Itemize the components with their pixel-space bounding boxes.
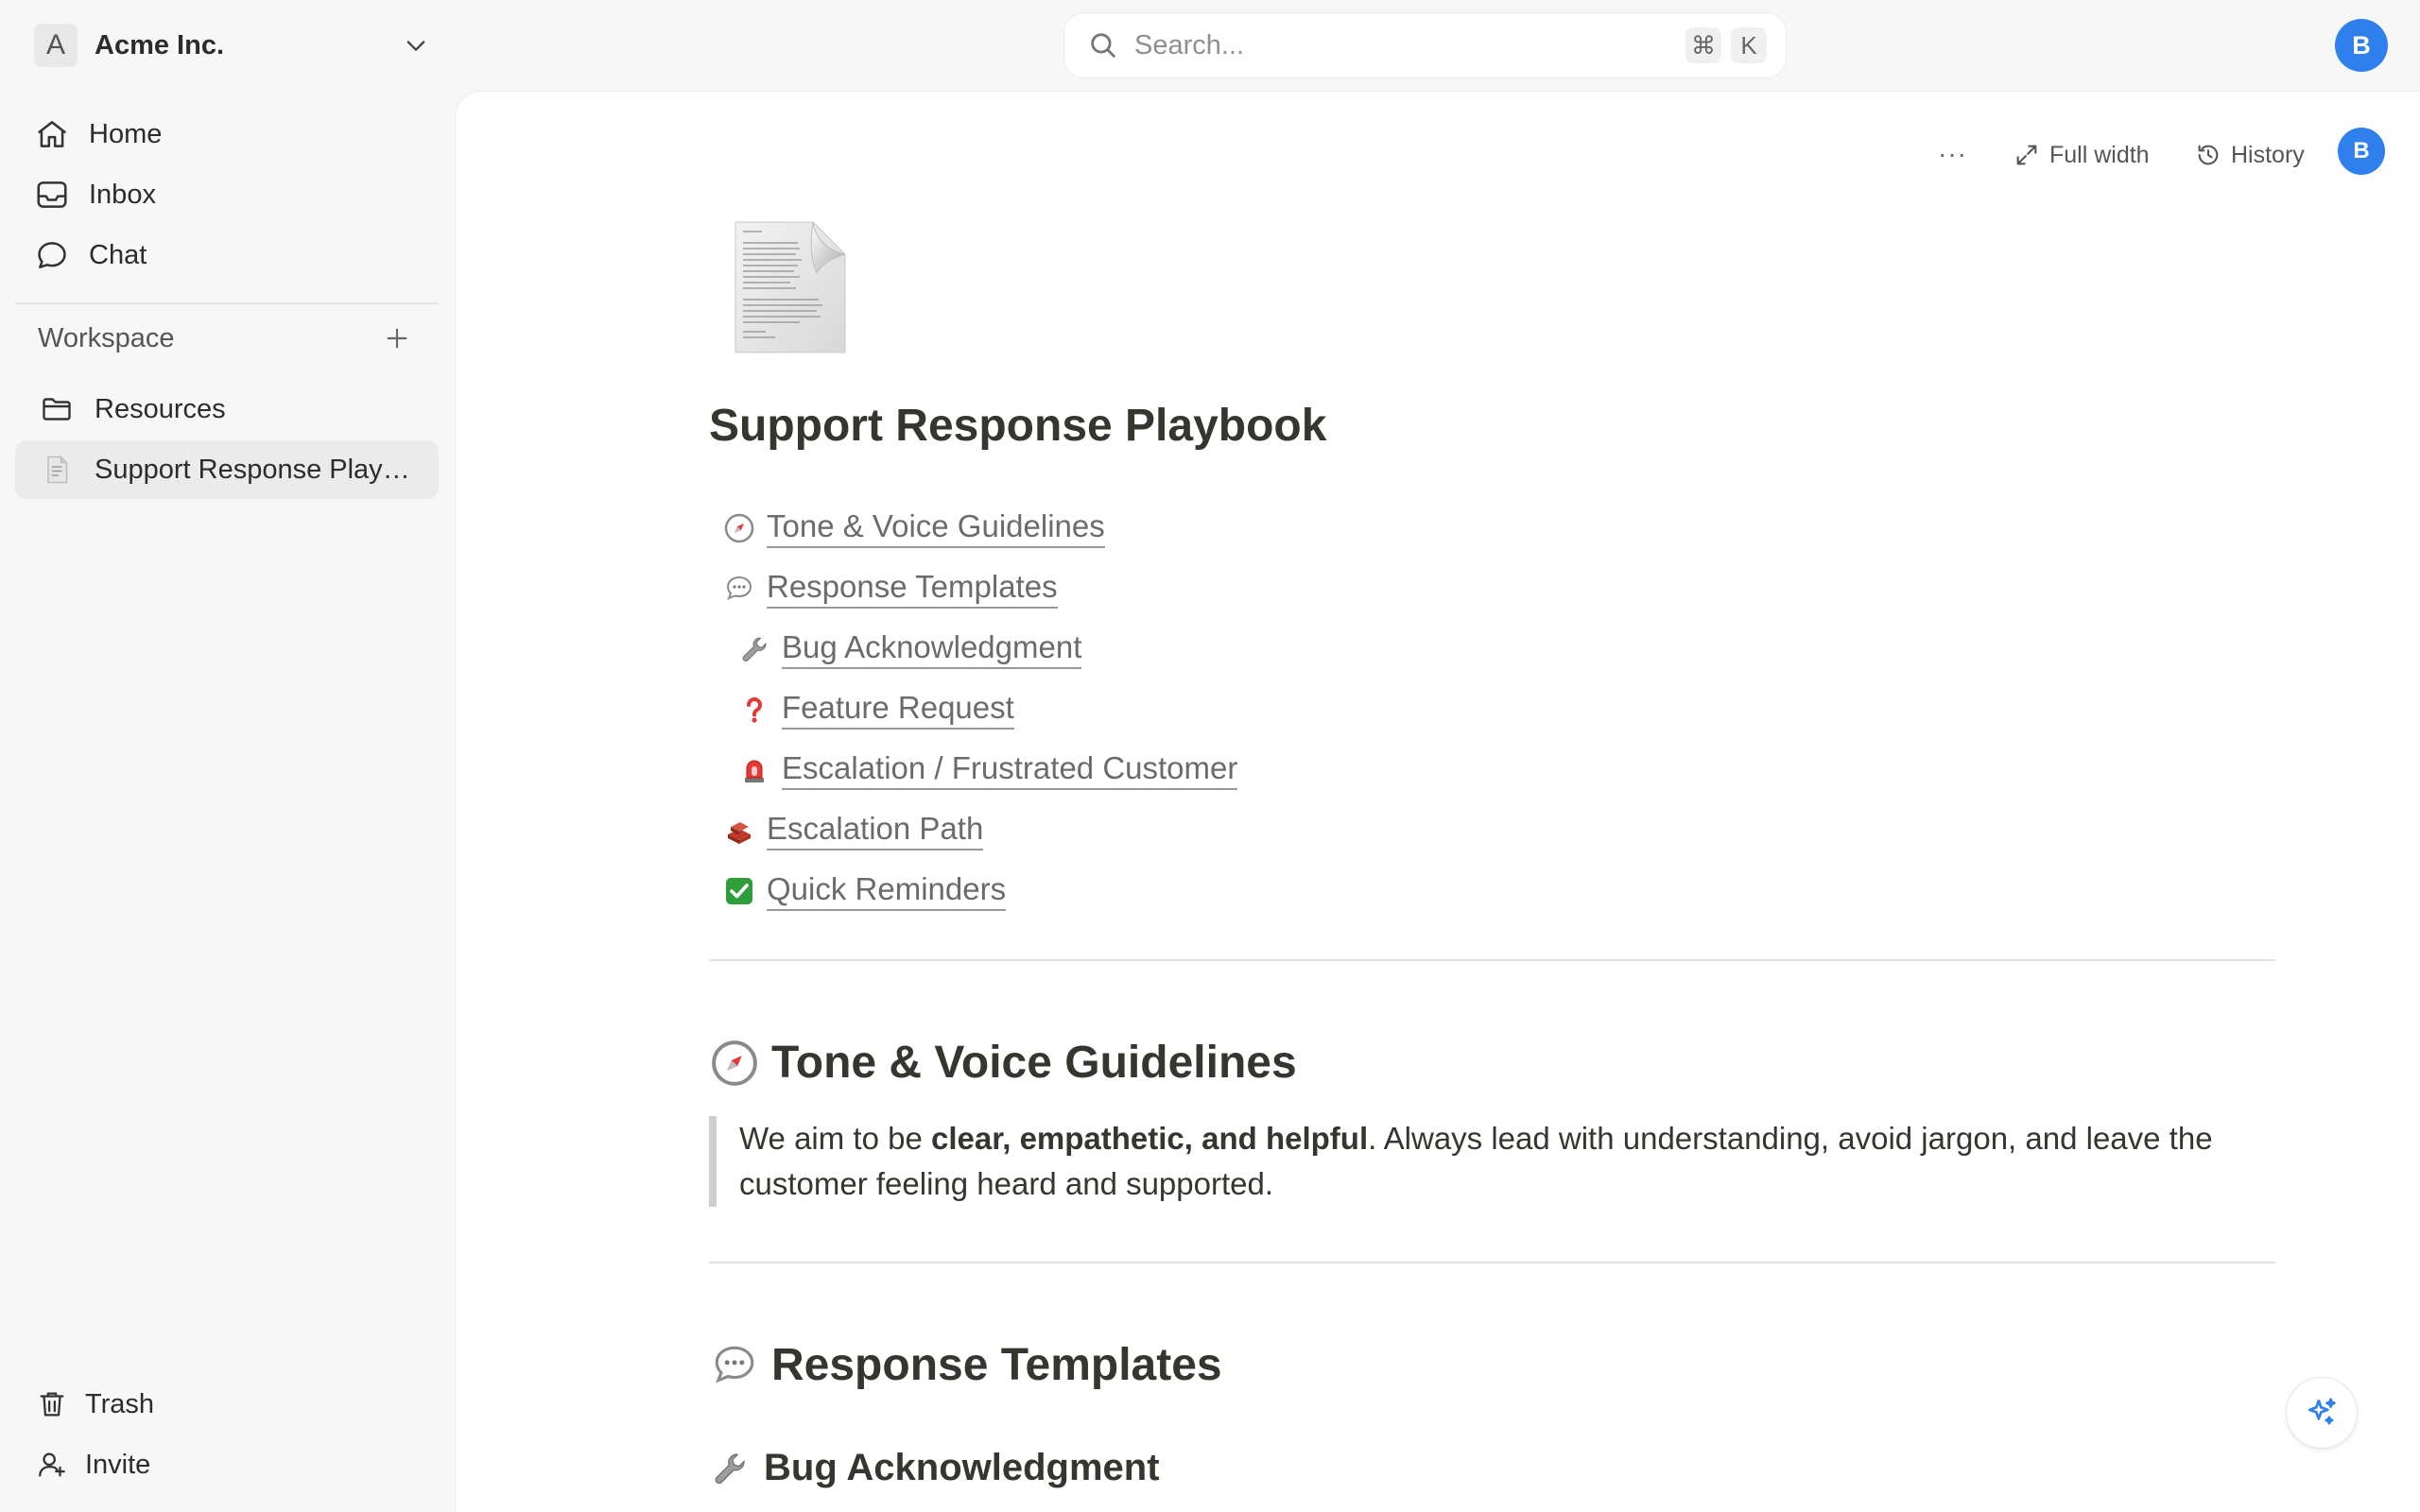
wrench-icon: [736, 631, 772, 667]
heading-bug-acknowledgment: Bug Acknowledgment: [709, 1447, 1160, 1489]
page-document-icon[interactable]: [734, 220, 847, 354]
ai-assistant-button[interactable]: [2286, 1377, 2358, 1449]
workspace-name: Acme Inc.: [95, 29, 224, 60]
search-placeholder: Search...: [1134, 29, 1245, 60]
toc-link-label: Quick Reminders: [767, 871, 1007, 911]
top-bar: A Acme Inc. Search... ⌘ K B: [0, 0, 2420, 91]
shortcut-key: K: [1731, 27, 1767, 63]
bricks-icon: [721, 813, 757, 849]
workspace-avatar: A: [34, 24, 78, 67]
main-content: ··· Full width History B Support Respons…: [455, 91, 2420, 1512]
history-label: History: [2231, 141, 2305, 168]
heading-text: Bug Acknowledgment: [764, 1447, 1160, 1488]
full-width-button[interactable]: Full width: [2014, 133, 2150, 177]
sidebar-item-label: Invite: [85, 1449, 151, 1480]
divider: [709, 1262, 2275, 1263]
history-button[interactable]: History: [2195, 133, 2305, 177]
heading-text: Response Templates: [771, 1340, 1222, 1390]
sidebar-item-label: Support Response Playbook: [95, 454, 416, 485]
toc-link-escalation-frustrated[interactable]: Escalation / Frustrated Customer: [736, 747, 1238, 793]
sidebar-item-label: Chat: [89, 239, 147, 270]
toc-link-label: Bug Acknowledgment: [782, 629, 1082, 669]
sidebar-divider: [15, 302, 439, 304]
check-mark-icon: [721, 873, 757, 909]
sidebar: Home Inbox Chat Workspace Resources Supp…: [0, 91, 454, 1512]
expand-icon: [2016, 145, 2037, 165]
workspace-section-label: Workspace: [38, 322, 175, 353]
user-avatar[interactable]: B: [2335, 19, 2388, 72]
sidebar-item-label: Resources: [95, 393, 226, 424]
toc-link-label: Tone & Voice Guidelines: [767, 508, 1105, 548]
page-toolbar: ··· Full width History: [456, 126, 2420, 182]
heading-response-templates: Response Templates: [709, 1339, 1222, 1391]
page-title: Support Response Playbook: [709, 401, 1327, 451]
quote-text: We aim to be: [739, 1121, 931, 1156]
heading-text: Tone & Voice Guidelines: [771, 1038, 1297, 1088]
add-page-icon[interactable]: [382, 323, 412, 353]
toc-link-label: Response Templates: [767, 569, 1058, 609]
toc-link-response-templates[interactable]: Response Templates: [721, 566, 1058, 611]
sidebar-item-label: Home: [89, 118, 163, 149]
workspace-section-header: Workspace: [38, 319, 412, 357]
full-width-label: Full width: [2049, 141, 2150, 168]
sidebar-item-label: Trash: [85, 1388, 155, 1419]
siren-icon: [736, 752, 772, 788]
toc-link-label: Escalation / Frustrated Customer: [782, 750, 1238, 790]
trash-icon: [40, 1392, 64, 1417]
folder-icon: [43, 398, 71, 421]
heading-tone-voice: Tone & Voice Guidelines: [709, 1037, 1297, 1089]
history-icon: [2198, 145, 2219, 165]
compass-icon: [721, 510, 757, 546]
sidebar-item-support-response-playbook[interactable]: Support Response Playbook: [15, 440, 439, 499]
shortcut-modifier-key: ⌘: [1685, 27, 1721, 63]
toc-link-label: Feature Request: [782, 690, 1014, 730]
wrench-icon: [709, 1448, 751, 1489]
more-options-button[interactable]: ···: [1938, 139, 1967, 169]
sparkle-icon: [2308, 1398, 2336, 1425]
workspace-switcher[interactable]: A Acme Inc.: [34, 23, 429, 68]
toc-link-quick-reminders[interactable]: Quick Reminders: [721, 868, 1007, 914]
sidebar-item-resources[interactable]: Resources: [15, 380, 439, 438]
sidebar-item-trash[interactable]: Trash: [36, 1382, 154, 1427]
speech-bubble-icon: [709, 1340, 760, 1391]
home-icon: [37, 121, 67, 147]
quote-bold-text: clear, empathetic, and helpful: [930, 1121, 1369, 1156]
collaborator-avatar[interactable]: B: [2338, 128, 2385, 175]
sidebar-item-chat[interactable]: Chat: [34, 232, 147, 278]
inbox-icon: [37, 181, 67, 208]
chat-icon: [38, 242, 66, 268]
toc-link-escalation-path[interactable]: Escalation Path: [721, 808, 984, 853]
sidebar-item-label: Inbox: [89, 179, 156, 210]
document-icon: [47, 455, 68, 484]
search-icon: [1091, 33, 1115, 58]
sidebar-item-inbox[interactable]: Inbox: [34, 172, 156, 217]
sidebar-item-invite[interactable]: Invite: [36, 1442, 150, 1487]
toc-link-tone-voice[interactable]: Tone & Voice Guidelines: [721, 506, 1105, 551]
speech-bubble-icon: [721, 571, 757, 607]
invite-user-icon: [39, 1452, 65, 1477]
toc-link-label: Escalation Path: [767, 811, 984, 850]
toc-link-bug-acknowledgment[interactable]: Bug Acknowledgment: [736, 627, 1082, 672]
search-input[interactable]: Search... ⌘ K: [1063, 12, 1787, 78]
chevron-down-icon: [406, 41, 425, 51]
divider: [709, 959, 2275, 961]
sidebar-item-home[interactable]: Home: [34, 112, 162, 157]
tone-quote-block: We aim to be clear, empathetic, and help…: [709, 1116, 2275, 1207]
compass-icon: [709, 1038, 760, 1089]
question-mark-icon: [736, 692, 772, 728]
toc-link-feature-request[interactable]: Feature Request: [736, 687, 1014, 732]
